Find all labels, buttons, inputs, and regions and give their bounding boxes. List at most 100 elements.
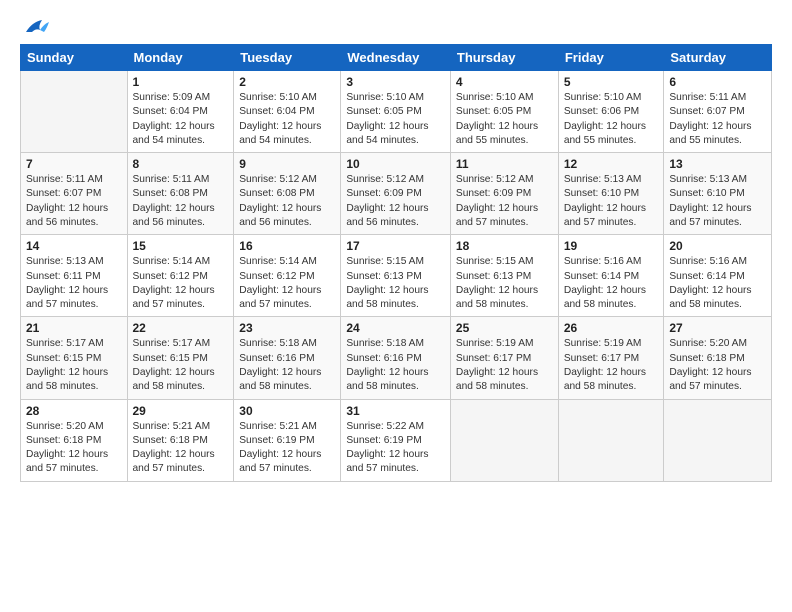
calendar-cell <box>664 399 772 481</box>
day-info: Sunrise: 5:22 AM Sunset: 6:19 PM Dayligh… <box>346 420 445 477</box>
logo-text <box>20 18 50 38</box>
calendar-cell: 12 Sunrise: 5:13 AM Sunset: 6:10 PM Dayli… <box>558 153 664 235</box>
day-number: 28 <box>26 404 122 418</box>
calendar-cell: 19 Sunrise: 5:16 AM Sunset: 6:14 PM Dayli… <box>558 235 664 317</box>
calendar-header-tuesday: Tuesday <box>234 45 341 71</box>
logo <box>20 18 50 34</box>
calendar-header-sunday: Sunday <box>21 45 128 71</box>
day-number: 24 <box>346 321 445 335</box>
calendar-cell: 7 Sunrise: 5:11 AM Sunset: 6:07 PM Daylig… <box>21 153 128 235</box>
day-number: 6 <box>669 75 766 89</box>
calendar-cell: 5Sunrise: 5:10 AM Sunset: 6:06 PM Daylig… <box>558 71 664 153</box>
day-info: Sunrise: 5:12 AM Sunset: 6:08 PM Dayligh… <box>239 173 335 230</box>
day-number: 1 <box>133 75 229 89</box>
day-number: 7 <box>26 157 122 171</box>
day-number: 17 <box>346 239 445 253</box>
day-number: 8 <box>133 157 229 171</box>
calendar-cell: 1 Sunrise: 5:09 AM Sunset: 6:04 PM Daylig… <box>127 71 234 153</box>
day-info: Sunrise: 5:17 AM Sunset: 6:15 PM Dayligh… <box>133 337 229 394</box>
day-info: Sunrise: 5:13 AM Sunset: 6:10 PM Dayligh… <box>564 173 659 230</box>
calendar-cell: 14Sunrise: 5:13 AM Sunset: 6:11 PM Dayli… <box>21 235 128 317</box>
calendar-cell: 3Sunrise: 5:10 AM Sunset: 6:05 PM Daylig… <box>341 71 451 153</box>
day-info: Sunrise: 5:11 AM Sunset: 6:08 PM Dayligh… <box>133 173 229 230</box>
day-number: 12 <box>564 157 659 171</box>
day-info: Sunrise: 5:20 AM Sunset: 6:18 PM Dayligh… <box>669 337 766 394</box>
calendar-cell: 29 Sunrise: 5:21 AM Sunset: 6:18 PM Dayli… <box>127 399 234 481</box>
calendar-cell: 15 Sunrise: 5:14 AM Sunset: 6:12 PM Dayli… <box>127 235 234 317</box>
calendar-header-saturday: Saturday <box>664 45 772 71</box>
day-number: 22 <box>133 321 229 335</box>
calendar-cell: 13 Sunrise: 5:13 AM Sunset: 6:10 PM Dayli… <box>664 153 772 235</box>
calendar-cell: 9Sunrise: 5:12 AM Sunset: 6:08 PM Daylig… <box>234 153 341 235</box>
day-number: 19 <box>564 239 659 253</box>
day-number: 11 <box>456 157 553 171</box>
day-number: 5 <box>564 75 659 89</box>
day-info: Sunrise: 5:20 AM Sunset: 6:18 PM Dayligh… <box>26 420 122 477</box>
calendar-header-monday: Monday <box>127 45 234 71</box>
day-info: Sunrise: 5:12 AM Sunset: 6:09 PM Dayligh… <box>456 173 553 230</box>
calendar-week-row: 14Sunrise: 5:13 AM Sunset: 6:11 PM Dayli… <box>21 235 772 317</box>
day-info: Sunrise: 5:14 AM Sunset: 6:12 PM Dayligh… <box>133 255 229 312</box>
calendar-cell: 18 Sunrise: 5:15 AM Sunset: 6:13 PM Dayli… <box>450 235 558 317</box>
header <box>20 18 772 34</box>
calendar-cell: 10Sunrise: 5:12 AM Sunset: 6:09 PM Dayli… <box>341 153 451 235</box>
calendar-cell: 8 Sunrise: 5:11 AM Sunset: 6:08 PM Daylig… <box>127 153 234 235</box>
day-number: 29 <box>133 404 229 418</box>
day-number: 30 <box>239 404 335 418</box>
day-number: 21 <box>26 321 122 335</box>
page: SundayMondayTuesdayWednesdayThursdayFrid… <box>0 0 792 612</box>
day-info: Sunrise: 5:10 AM Sunset: 6:05 PM Dayligh… <box>456 91 553 148</box>
day-number: 20 <box>669 239 766 253</box>
day-number: 18 <box>456 239 553 253</box>
day-number: 4 <box>456 75 553 89</box>
calendar-header-wednesday: Wednesday <box>341 45 451 71</box>
calendar-cell <box>21 71 128 153</box>
day-info: Sunrise: 5:16 AM Sunset: 6:14 PM Dayligh… <box>564 255 659 312</box>
day-info: Sunrise: 5:13 AM Sunset: 6:10 PM Dayligh… <box>669 173 766 230</box>
day-number: 31 <box>346 404 445 418</box>
day-number: 16 <box>239 239 335 253</box>
logo-bird-icon <box>22 18 50 38</box>
calendar-cell: 25 Sunrise: 5:19 AM Sunset: 6:17 PM Dayli… <box>450 317 558 399</box>
calendar-header-friday: Friday <box>558 45 664 71</box>
day-info: Sunrise: 5:11 AM Sunset: 6:07 PM Dayligh… <box>26 173 122 230</box>
day-number: 14 <box>26 239 122 253</box>
day-info: Sunrise: 5:21 AM Sunset: 6:18 PM Dayligh… <box>133 420 229 477</box>
day-number: 2 <box>239 75 335 89</box>
day-info: Sunrise: 5:16 AM Sunset: 6:14 PM Dayligh… <box>669 255 766 312</box>
day-info: Sunrise: 5:18 AM Sunset: 6:16 PM Dayligh… <box>346 337 445 394</box>
calendar-table: SundayMondayTuesdayWednesdayThursdayFrid… <box>20 44 772 482</box>
calendar-cell: 4 Sunrise: 5:10 AM Sunset: 6:05 PM Daylig… <box>450 71 558 153</box>
calendar-cell: 20 Sunrise: 5:16 AM Sunset: 6:14 PM Dayli… <box>664 235 772 317</box>
calendar-cell: 16Sunrise: 5:14 AM Sunset: 6:12 PM Dayli… <box>234 235 341 317</box>
day-info: Sunrise: 5:15 AM Sunset: 6:13 PM Dayligh… <box>456 255 553 312</box>
calendar-cell: 21 Sunrise: 5:17 AM Sunset: 6:15 PM Dayli… <box>21 317 128 399</box>
day-number: 13 <box>669 157 766 171</box>
day-info: Sunrise: 5:19 AM Sunset: 6:17 PM Dayligh… <box>456 337 553 394</box>
day-info: Sunrise: 5:17 AM Sunset: 6:15 PM Dayligh… <box>26 337 122 394</box>
calendar-cell: 30 Sunrise: 5:21 AM Sunset: 6:19 PM Dayli… <box>234 399 341 481</box>
calendar-cell: 6Sunrise: 5:11 AM Sunset: 6:07 PM Daylig… <box>664 71 772 153</box>
day-info: Sunrise: 5:19 AM Sunset: 6:17 PM Dayligh… <box>564 337 659 394</box>
day-info: Sunrise: 5:21 AM Sunset: 6:19 PM Dayligh… <box>239 420 335 477</box>
calendar-cell: 11 Sunrise: 5:12 AM Sunset: 6:09 PM Dayli… <box>450 153 558 235</box>
calendar-cell: 28 Sunrise: 5:20 AM Sunset: 6:18 PM Dayli… <box>21 399 128 481</box>
calendar-cell: 23Sunrise: 5:18 AM Sunset: 6:16 PM Dayli… <box>234 317 341 399</box>
calendar-header-thursday: Thursday <box>450 45 558 71</box>
day-number: 26 <box>564 321 659 335</box>
calendar-cell: 24 Sunrise: 5:18 AM Sunset: 6:16 PM Dayli… <box>341 317 451 399</box>
calendar-cell <box>450 399 558 481</box>
day-number: 15 <box>133 239 229 253</box>
day-number: 25 <box>456 321 553 335</box>
day-number: 10 <box>346 157 445 171</box>
calendar-cell: 2 Sunrise: 5:10 AM Sunset: 6:04 PM Daylig… <box>234 71 341 153</box>
day-info: Sunrise: 5:15 AM Sunset: 6:13 PM Dayligh… <box>346 255 445 312</box>
calendar-cell: 26 Sunrise: 5:19 AM Sunset: 6:17 PM Dayli… <box>558 317 664 399</box>
calendar-cell: 17 Sunrise: 5:15 AM Sunset: 6:13 PM Dayli… <box>341 235 451 317</box>
calendar-cell: 27 Sunrise: 5:20 AM Sunset: 6:18 PM Dayli… <box>664 317 772 399</box>
day-info: Sunrise: 5:10 AM Sunset: 6:04 PM Dayligh… <box>239 91 335 148</box>
day-info: Sunrise: 5:09 AM Sunset: 6:04 PM Dayligh… <box>133 91 229 148</box>
day-number: 3 <box>346 75 445 89</box>
day-number: 27 <box>669 321 766 335</box>
calendar-header-row: SundayMondayTuesdayWednesdayThursdayFrid… <box>21 45 772 71</box>
